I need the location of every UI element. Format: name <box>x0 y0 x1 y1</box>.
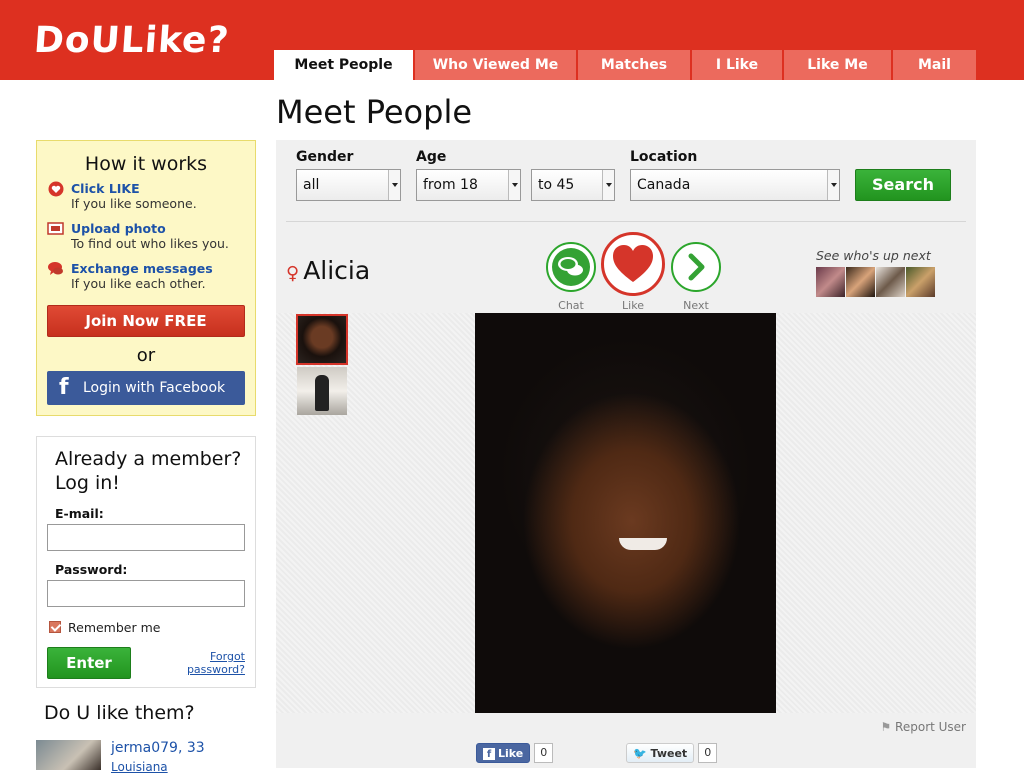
up-next-thumbnail[interactable] <box>816 267 845 297</box>
like-label: Like <box>622 299 644 312</box>
facebook-login-button[interactable]: f Login with Facebook <box>47 371 245 405</box>
forgot-password-line1: Forgot <box>209 650 245 663</box>
site-header: DoULike? Meet People Who Viewed Me Match… <box>0 0 1024 80</box>
how-item-messages-desc: If you like each other. <box>71 276 206 291</box>
forgot-password-line2: password? <box>186 663 245 676</box>
up-next-thumbnail[interactable] <box>846 267 875 297</box>
remember-me-checkbox[interactable] <box>49 621 61 633</box>
gender-select-value: all <box>303 177 320 193</box>
age-from-select[interactable]: from 18 <box>416 169 521 201</box>
heart-icon <box>48 181 64 197</box>
password-field[interactable] <box>47 580 245 607</box>
login-title: Already a member? Log in! <box>55 448 242 494</box>
how-it-works-box: How it works Click LIKE If you like some… <box>36 140 256 416</box>
remember-me-label: Remember me <box>68 620 161 635</box>
main-nav-tabs: Meet People Who Viewed Me Matches I Like… <box>274 50 976 80</box>
enter-button[interactable]: Enter <box>47 647 131 679</box>
chevron-down-icon <box>602 170 614 200</box>
chevron-down-icon <box>827 170 839 200</box>
female-icon: ♀ <box>286 263 300 284</box>
or-separator: or <box>136 345 156 366</box>
site-logo[interactable]: DoULike? <box>33 20 231 61</box>
facebook-like-widget: f Like 0 <box>476 743 554 765</box>
do-u-like-user-thumbnail[interactable] <box>36 740 101 770</box>
location-label: Location <box>630 149 698 165</box>
tab-i-like[interactable]: I Like <box>692 50 782 80</box>
how-it-works-title: How it works <box>84 153 208 175</box>
twitter-bird-icon: 🐦 <box>633 747 647 760</box>
do-u-like-user-location[interactable]: Louisiana <box>111 760 168 774</box>
how-item-messages-title[interactable]: Exchange messages <box>71 261 213 276</box>
photo-thumbnail[interactable] <box>297 367 347 415</box>
age-to-select[interactable]: to 45 <box>531 169 615 201</box>
login-box: Already a member? Log in! E-mail: Passwo… <box>36 436 256 688</box>
photo-detail <box>619 538 667 550</box>
search-button[interactable]: Search <box>855 169 951 201</box>
facebook-icon: f <box>483 748 495 760</box>
join-now-button[interactable]: Join Now FREE <box>47 305 245 337</box>
page-title: Meet People <box>276 93 473 131</box>
like-button[interactable] <box>601 232 665 296</box>
profile-name: ♀ Alicia <box>286 256 370 285</box>
facebook-login-label: Login with Facebook <box>83 380 226 396</box>
location-value: Canada <box>637 177 691 193</box>
next-label: Next <box>683 299 709 312</box>
tab-who-viewed-me[interactable]: Who Viewed Me <box>415 50 576 80</box>
password-label: Password: <box>55 562 128 577</box>
meet-people-panel: Gender all Age from 18 to 45 Location Ca… <box>276 140 976 768</box>
tweet-count: 0 <box>698 743 718 763</box>
chevron-right-icon <box>688 253 705 281</box>
facebook-like-label: Like <box>498 747 524 760</box>
see-whos-up-next-title: See who's up next <box>816 248 931 263</box>
up-next-thumbnail[interactable] <box>876 267 905 297</box>
profile-name-text: Alicia <box>303 256 371 285</box>
how-item-photo-title[interactable]: Upload photo <box>71 221 166 236</box>
tweet-widget: 🐦 Tweet 0 <box>626 743 718 765</box>
gender-label: Gender <box>296 149 354 165</box>
chat-icon <box>48 262 63 275</box>
photo-thumbnail-selected[interactable] <box>296 314 348 365</box>
tab-meet-people[interactable]: Meet People <box>274 50 413 80</box>
filter-divider <box>286 221 966 222</box>
tab-mail[interactable]: Mail <box>893 50 976 80</box>
chevron-down-icon <box>508 170 520 200</box>
do-u-like-user-name[interactable]: jerma079, 33 <box>111 740 205 756</box>
gender-select[interactable]: all <box>296 169 401 201</box>
tab-matches[interactable]: Matches <box>578 50 690 80</box>
chat-label: Chat <box>558 299 584 312</box>
how-item-like-title[interactable]: Click LIKE <box>71 181 140 196</box>
email-label: E-mail: <box>55 506 104 521</box>
facebook-icon: f <box>59 375 69 400</box>
facebook-like-button[interactable]: f Like <box>476 743 531 763</box>
email-field[interactable] <box>47 524 245 551</box>
report-user-label: Report User <box>895 720 966 734</box>
facebook-like-count: 0 <box>534 743 554 763</box>
tab-like-me[interactable]: Like Me <box>784 50 891 80</box>
how-item-like-desc: If you like someone. <box>71 196 197 211</box>
next-button[interactable] <box>671 242 721 292</box>
remember-me[interactable]: Remember me <box>49 620 160 635</box>
flag-icon: ⚑ <box>880 720 892 734</box>
age-from-value: from 18 <box>423 177 478 193</box>
chat-button[interactable] <box>546 242 596 292</box>
main-profile-photo[interactable] <box>475 313 776 713</box>
up-next-thumbnail[interactable] <box>906 267 935 297</box>
how-item-photo-desc: To find out who likes you. <box>71 236 229 251</box>
do-u-like-title: Do U like them? <box>44 702 195 724</box>
age-label: Age <box>416 149 447 165</box>
tweet-label: Tweet <box>650 747 688 760</box>
photo-icon <box>47 222 64 235</box>
tweet-button[interactable]: 🐦 Tweet <box>626 743 695 763</box>
location-select[interactable]: Canada <box>630 169 840 201</box>
forgot-password-link[interactable]: Forgot password? <box>187 650 245 676</box>
chevron-down-icon <box>388 170 400 200</box>
chat-icon <box>552 248 590 286</box>
report-user-link[interactable]: ⚑ Report User <box>880 720 966 734</box>
age-to-value: to 45 <box>538 177 575 193</box>
heart-icon <box>613 245 653 282</box>
